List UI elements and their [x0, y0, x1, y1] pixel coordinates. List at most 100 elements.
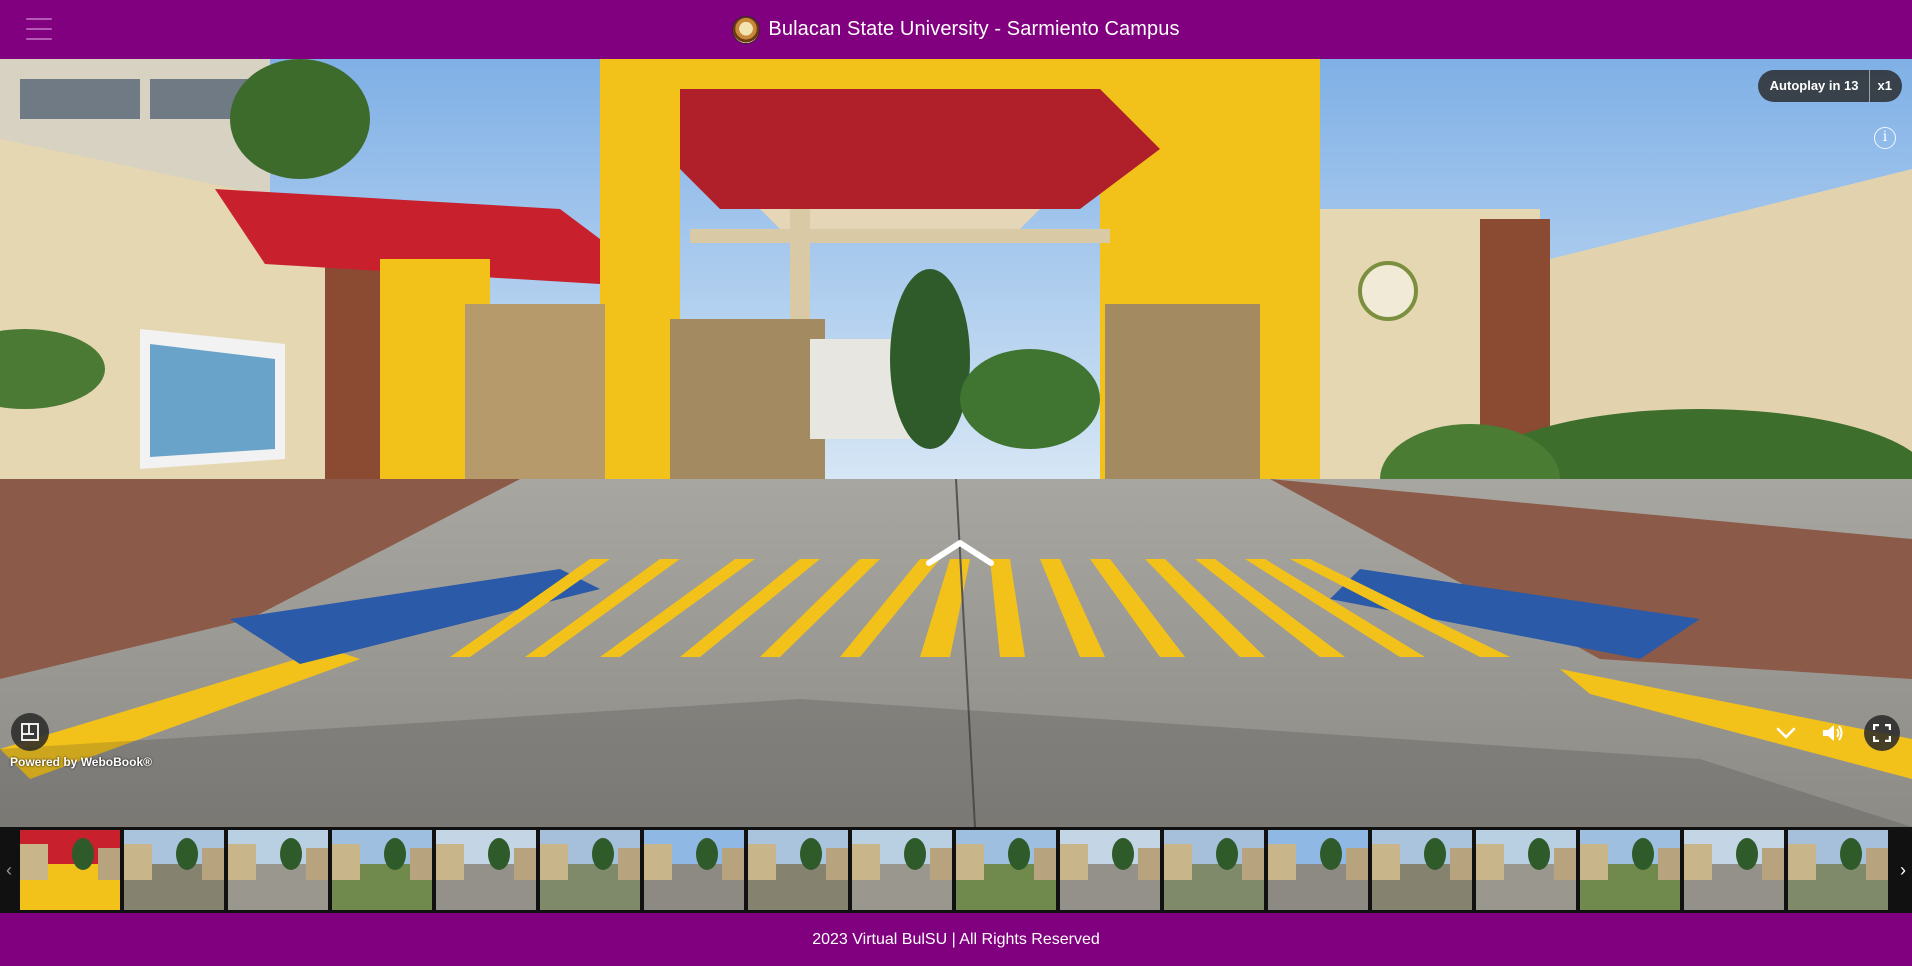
powered-by-label[interactable]: Powered by WeboBook® [10, 755, 152, 769]
thumbnail-building [1450, 847, 1472, 880]
thumbnail-building [748, 844, 776, 881]
thumbnail-tree [1840, 838, 1862, 870]
thumbnail-building [618, 847, 640, 880]
scene-thumbnail[interactable] [1164, 830, 1264, 910]
scene-thumbnail[interactable] [1268, 830, 1368, 910]
thumbnail-building [826, 847, 848, 880]
footer: 2023 Virtual BulSU | All Rights Reserved [0, 913, 1912, 966]
thumbnail-building [306, 847, 328, 880]
thumbnail-building [228, 844, 256, 881]
thumbnail-list [20, 830, 1892, 910]
thumbnail-building [1060, 844, 1088, 881]
collapse-thumbnails-button[interactable] [1768, 715, 1804, 751]
scene-thumbnail[interactable] [1684, 830, 1784, 910]
fullscreen-icon [1873, 724, 1891, 742]
thumbnail-building [1476, 844, 1504, 881]
scene-thumbnail[interactable] [644, 830, 744, 910]
page-title: Bulacan State University - Sarmiento Cam… [768, 18, 1180, 40]
panorama-viewer[interactable]: Autoplay in 13 x1 i [0, 59, 1912, 827]
scene-thumbnail[interactable] [1060, 830, 1160, 910]
thumbnail-building [410, 847, 432, 880]
thumbnail-tree [384, 838, 406, 870]
thumbnail-building [1788, 844, 1816, 881]
thumbnail-building [1658, 847, 1680, 880]
thumbnail-building [1762, 847, 1784, 880]
thumbnail-building [20, 844, 48, 881]
thumbnail-tree [1008, 838, 1030, 870]
floorplan-button[interactable] [11, 713, 49, 751]
thumbnail-building [1580, 844, 1608, 881]
thumbnail-tree [696, 838, 718, 870]
thumbnail-building [98, 847, 120, 880]
thumbnail-tree [176, 838, 198, 870]
thumbnail-tree [1320, 838, 1342, 870]
thumbnail-building [202, 847, 224, 880]
scene-thumbnail[interactable] [436, 830, 536, 910]
thumbnail-building [1242, 847, 1264, 880]
volume-icon [1823, 725, 1843, 741]
navigate-forward-arrow-icon[interactable] [925, 537, 995, 567]
thumbnail-tree [72, 838, 94, 870]
thumbnail-building [1866, 847, 1888, 880]
volume-button[interactable] [1815, 715, 1851, 751]
autoplay-speed[interactable]: x1 [1870, 70, 1902, 102]
thumbnail-tree [1112, 838, 1134, 870]
scene-thumbnail[interactable] [20, 830, 120, 910]
thumbnail-building [1138, 847, 1160, 880]
menu-line [26, 28, 52, 30]
thumbnail-tree [280, 838, 302, 870]
panorama-scene[interactable] [0, 59, 1912, 827]
thumbnail-building [1554, 847, 1576, 880]
thumbnail-tree [1736, 838, 1758, 870]
scene-thumbnail[interactable] [852, 830, 952, 910]
thumbnail-building [124, 844, 152, 881]
thumbnail-building [1346, 847, 1368, 880]
thumbnail-tree [1528, 838, 1550, 870]
scene-thumbnail[interactable] [1476, 830, 1576, 910]
thumbnail-building [930, 847, 952, 880]
thumbnail-tree [592, 838, 614, 870]
thumbnail-building [722, 847, 744, 880]
thumbnails-prev-button[interactable]: ‹ [0, 827, 18, 913]
thumbnail-strip: ‹ › [0, 827, 1912, 913]
scene-thumbnail[interactable] [1372, 830, 1472, 910]
thumbnail-building [514, 847, 536, 880]
title-group: Bulacan State University - Sarmiento Cam… [732, 15, 1180, 44]
thumbnail-building [852, 844, 880, 881]
thumbnail-building [956, 844, 984, 881]
floorplan-icon [21, 723, 39, 741]
scene-thumbnail[interactable] [1788, 830, 1888, 910]
thumbnail-building [1034, 847, 1056, 880]
chevron-down-icon [1776, 727, 1796, 739]
university-logo-icon [732, 15, 761, 44]
thumbnail-building [540, 844, 568, 881]
thumbnail-tree [1424, 838, 1446, 870]
thumbnail-building [1268, 844, 1296, 881]
thumbnails-next-button[interactable]: › [1894, 827, 1912, 913]
scene-thumbnail[interactable] [540, 830, 640, 910]
thumbnail-tree [1216, 838, 1238, 870]
autoplay-countdown[interactable]: Autoplay in 13 [1758, 70, 1870, 102]
scene-thumbnail[interactable] [956, 830, 1056, 910]
hamburger-menu-icon[interactable] [26, 18, 52, 40]
menu-line [26, 38, 52, 40]
thumbnail-building [1372, 844, 1400, 881]
thumbnail-tree [488, 838, 510, 870]
thumbnail-tree [904, 838, 926, 870]
fullscreen-button[interactable] [1864, 715, 1900, 751]
scene-thumbnail[interactable] [332, 830, 432, 910]
copyright-text: 2023 Virtual BulSU | All Rights Reserved [812, 930, 1100, 948]
autoplay-control[interactable]: Autoplay in 13 x1 [1757, 70, 1902, 102]
thumbnail-tree [800, 838, 822, 870]
scene-thumbnail[interactable] [228, 830, 328, 910]
thumbnail-building [436, 844, 464, 881]
thumbnail-tree [1632, 838, 1654, 870]
thumbnail-building [1684, 844, 1712, 881]
scene-thumbnail[interactable] [124, 830, 224, 910]
scene-thumbnail[interactable] [1580, 830, 1680, 910]
info-icon[interactable]: i [1874, 127, 1896, 149]
scene-thumbnail[interactable] [748, 830, 848, 910]
thumbnail-building [644, 844, 672, 881]
thumbnail-building [1164, 844, 1192, 881]
menu-line [26, 18, 52, 20]
